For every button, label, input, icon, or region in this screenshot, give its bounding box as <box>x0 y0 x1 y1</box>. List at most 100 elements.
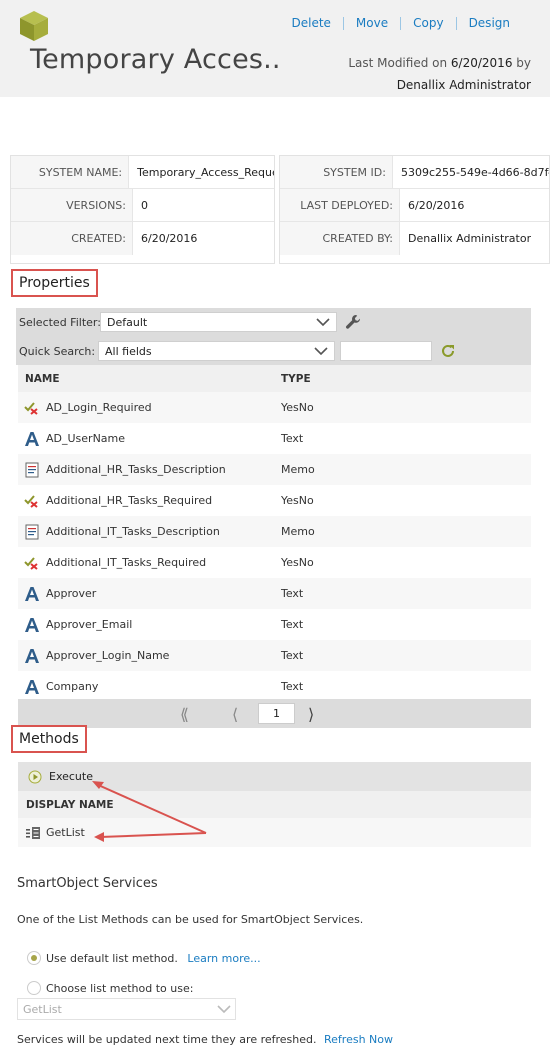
learn-more-link[interactable]: Learn more... <box>187 952 260 965</box>
column-header-type: TYPE <box>281 372 311 385</box>
default-method-label: Use default list method. <box>46 952 178 965</box>
default-method-radio[interactable] <box>27 951 41 965</box>
first-page-icon[interactable]: ⟪ <box>180 705 189 724</box>
property-type: Memo <box>281 525 315 538</box>
choose-method-label: Choose list method to use: <box>46 982 194 995</box>
quick-search-field-value: All fields <box>105 345 152 358</box>
property-name: Additional_HR_Tasks_Description <box>46 463 226 476</box>
text-icon <box>18 586 45 602</box>
property-row[interactable]: Additional_IT_Tasks_Required YesNo <box>18 547 531 578</box>
property-row[interactable]: Approver Text <box>18 578 531 609</box>
yesno-icon <box>18 556 45 570</box>
info-row: CREATED: 6/20/2016 <box>11 222 274 255</box>
property-row[interactable]: Approver_Login_Name Text <box>18 640 531 671</box>
design-link[interactable]: Design <box>457 17 530 30</box>
play-icon <box>28 770 42 783</box>
services-footer-text: Services will be updated next time they … <box>17 1033 317 1046</box>
chevron-down-icon <box>314 347 328 356</box>
info-table-right: SYSTEM ID: 5309c255-549e-4d66-8d7f-9 LAST… <box>279 155 550 264</box>
property-name: Company <box>46 680 99 693</box>
property-row[interactable]: AD_Login_Required YesNo <box>18 392 531 423</box>
choose-method-select[interactable]: GetList <box>17 998 236 1020</box>
info-value: Denallix Administrator <box>408 232 532 245</box>
smartobject-logo-icon <box>20 11 48 41</box>
info-table-left: SYSTEM NAME: Temporary_Access_Reque VERSI… <box>10 155 275 264</box>
modified-prefix: Last Modified on <box>348 56 448 70</box>
selected-filter-label: Selected Filter: <box>19 316 101 329</box>
refresh-now-link[interactable]: Refresh Now <box>324 1033 393 1046</box>
property-type: YesNo <box>281 556 314 569</box>
modified-date: 6/20/2016 <box>450 56 513 70</box>
property-type: YesNo <box>281 494 314 507</box>
property-row[interactable]: Additional_HR_Tasks_Description Memo <box>18 454 531 485</box>
previous-page-icon[interactable]: ⟨ <box>232 705 238 724</box>
default-method-option: Use default list method. Learn more... <box>46 952 261 965</box>
property-row[interactable]: Additional_HR_Tasks_Required YesNo <box>18 485 531 516</box>
modified-by-word: by <box>516 56 531 70</box>
memo-icon <box>18 524 45 540</box>
info-value: 0 <box>141 198 148 212</box>
info-label: SYSTEM ID: <box>280 156 393 188</box>
annotation-arrows <box>92 781 207 842</box>
property-name: AD_Login_Required <box>46 401 152 414</box>
property-type: Text <box>281 618 304 631</box>
property-row[interactable]: AD_UserName Text <box>18 423 531 454</box>
properties-heading: Properties <box>11 269 98 297</box>
property-row[interactable]: Company Text <box>18 671 531 702</box>
info-row: LAST DEPLOYED: 6/20/2016 <box>280 189 549 222</box>
wrench-icon[interactable] <box>345 314 361 330</box>
yesno-icon <box>18 494 45 508</box>
header-actions: Delete Move Copy Design <box>291 17 530 30</box>
delete-link[interactable]: Delete <box>279 17 344 30</box>
property-type: Text <box>281 649 304 662</box>
info-value: 5309c255-549e-4d66-8d7f-9 <box>400 165 549 179</box>
services-footer: Services will be updated next time they … <box>17 1033 393 1046</box>
last-modified: Last Modified on 6/20/2016 by Denallix A… <box>348 52 531 96</box>
property-name: Additional_IT_Tasks_Description <box>46 525 220 538</box>
properties-header-row: NAME TYPE <box>18 365 531 392</box>
property-row[interactable]: Approver_Email Text <box>18 609 531 640</box>
info-row: SYSTEM ID: 5309c255-549e-4d66-8d7f-9 <box>280 156 549 189</box>
info-label: LAST DEPLOYED: <box>280 189 400 221</box>
quick-search-field-select[interactable]: All fields <box>98 341 335 361</box>
move-link[interactable]: Move <box>344 17 402 30</box>
selected-filter-value: Default <box>107 316 148 329</box>
info-label: CREATED BY: <box>280 222 400 255</box>
page-number-input[interactable]: 1 <box>258 703 295 724</box>
properties-list: NAME TYPE AD_Login_Required YesNo AD_UserN… <box>18 365 531 702</box>
text-icon <box>18 648 45 664</box>
property-name: Additional_HR_Tasks_Required <box>46 494 213 507</box>
info-value: Temporary_Access_Reque <box>137 165 274 179</box>
quick-search-input[interactable] <box>340 341 432 361</box>
pager: ⟪ ⟨ 1 ⟩ <box>18 699 531 728</box>
property-name: Approver_Email <box>46 618 133 631</box>
text-icon <box>18 679 45 695</box>
copy-link[interactable]: Copy <box>401 17 457 30</box>
info-label: VERSIONS: <box>11 189 133 221</box>
property-name: AD_UserName <box>46 432 126 445</box>
refresh-icon[interactable] <box>440 343 456 359</box>
info-value: 6/20/2016 <box>141 232 198 245</box>
text-icon <box>18 431 45 447</box>
page-title: Temporary Acces.. <box>30 44 281 75</box>
property-type: Text <box>281 680 304 693</box>
property-row[interactable]: Additional_IT_Tasks_Description Memo <box>18 516 531 547</box>
text-icon <box>18 617 45 633</box>
chevron-down-icon <box>217 1005 231 1014</box>
property-type: Text <box>281 587 304 600</box>
info-row: SYSTEM NAME: Temporary_Access_Reque <box>11 156 274 189</box>
info-row: VERSIONS: 0 <box>11 189 274 222</box>
page-header: Temporary Acces.. Delete Move Copy Desig… <box>0 0 550 97</box>
list-method-icon <box>26 826 40 839</box>
info-label: CREATED: <box>11 222 133 255</box>
next-page-icon[interactable]: ⟩ <box>308 705 314 724</box>
chevron-down-icon <box>316 318 330 327</box>
choose-method-value: GetList <box>23 1003 62 1016</box>
info-label: SYSTEM NAME: <box>11 156 130 188</box>
property-type: Memo <box>281 463 315 476</box>
selected-filter-select[interactable]: Default <box>100 312 337 332</box>
modified-by: Denallix Administrator <box>396 78 531 92</box>
services-description: One of the List Methods can be used for … <box>17 913 364 926</box>
choose-method-radio[interactable] <box>27 981 41 995</box>
filter-bar: Selected Filter: Default Quick Search: A… <box>16 308 531 365</box>
